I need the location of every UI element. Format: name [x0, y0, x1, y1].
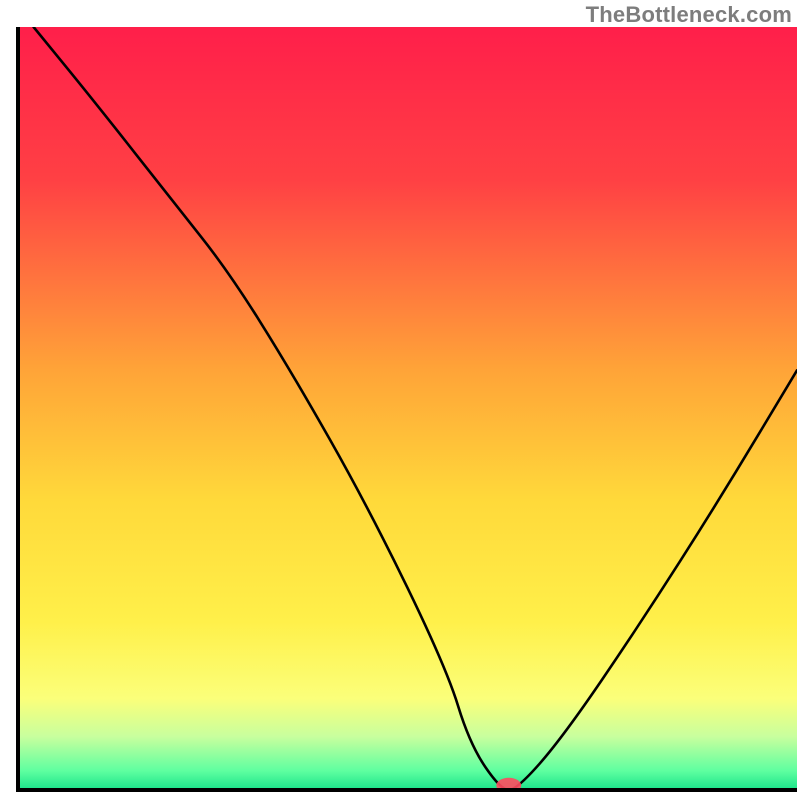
chart-stage: TheBottleneck.com — [0, 0, 800, 800]
bottleneck-chart — [0, 0, 800, 800]
watermark-text: TheBottleneck.com — [586, 2, 792, 28]
gradient-background — [18, 27, 797, 790]
